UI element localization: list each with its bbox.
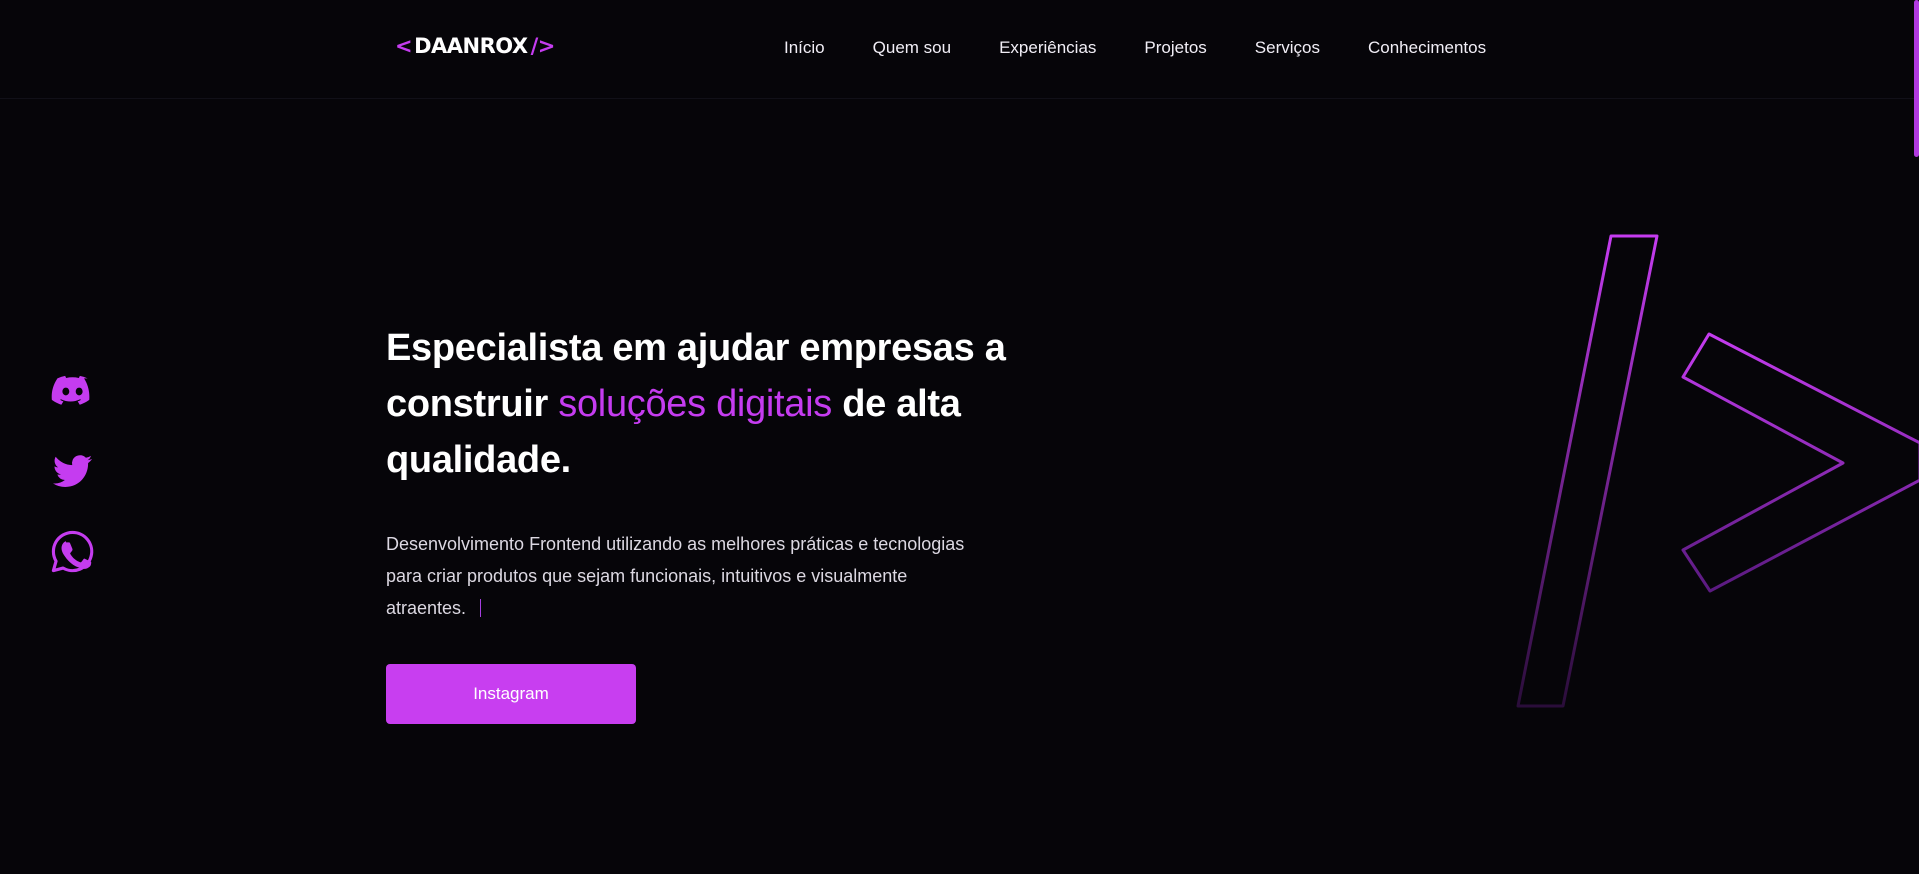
- nav-item-quem-sou[interactable]: Quem sou: [873, 38, 951, 58]
- logo[interactable]: < DAANROX />: [395, 34, 555, 58]
- main-nav: Início Quem sou Experiências Projetos Se…: [784, 38, 1486, 58]
- whatsapp-icon[interactable]: [49, 528, 96, 575]
- discord-icon[interactable]: [49, 368, 96, 415]
- nav-item-conhecimentos[interactable]: Conhecimentos: [1368, 38, 1486, 58]
- hero-title-accent: soluções digitais: [558, 383, 832, 425]
- social-links: [49, 368, 96, 575]
- slash-shape: [1516, 234, 1659, 708]
- scrollbar-thumb[interactable]: [1914, 0, 1919, 157]
- logo-open-bracket: <: [395, 34, 413, 58]
- hero-title: Especialista em ajudar empresas a constr…: [386, 320, 1066, 488]
- twitter-icon[interactable]: [49, 448, 96, 495]
- nav-item-projetos[interactable]: Projetos: [1144, 38, 1206, 58]
- logo-close-bracket: />: [530, 34, 556, 58]
- instagram-button[interactable]: Instagram: [386, 664, 636, 724]
- typing-cursor: [480, 599, 482, 617]
- nav-item-inicio[interactable]: Início: [784, 38, 825, 58]
- page: < DAANROX /> Início Quem sou Experiência…: [0, 0, 1919, 874]
- nav-item-servicos[interactable]: Serviços: [1255, 38, 1320, 58]
- site-header: < DAANROX /> Início Quem sou Experiência…: [0, 0, 1919, 99]
- nav-item-experiencias[interactable]: Experiências: [999, 38, 1096, 58]
- hero-description: Desenvolvimento Frontend utilizando as m…: [386, 528, 966, 624]
- chevron-shape: [1681, 332, 1919, 593]
- logo-name: DAANROX: [414, 34, 528, 58]
- code-slash-decoration: [1516, 234, 1919, 708]
- hero-description-text: Desenvolvimento Frontend utilizando as m…: [386, 534, 965, 618]
